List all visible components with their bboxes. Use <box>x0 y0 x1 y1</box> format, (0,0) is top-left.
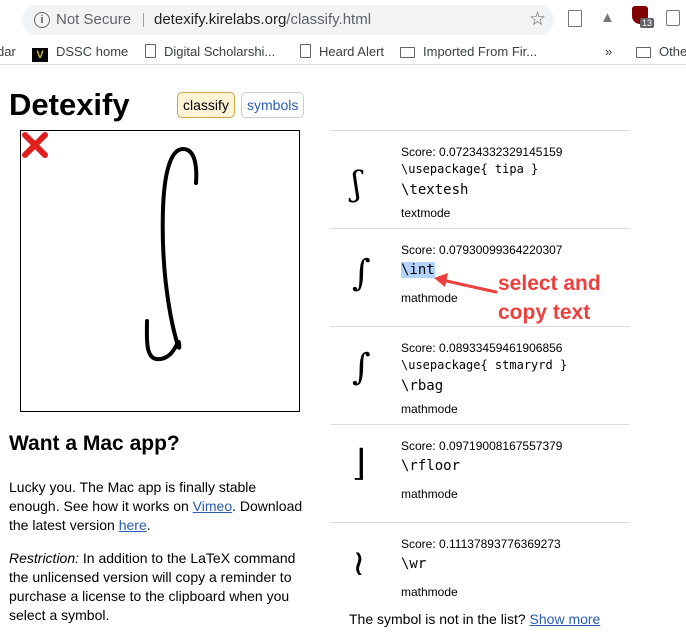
symbol-preview: ⌋ <box>352 443 367 484</box>
result-item[interactable]: ʃ Score: 0.07234332329145159 \usepackage… <box>330 130 630 228</box>
symbol-preview: ∫ <box>352 253 371 294</box>
result-package: \usepackage{ tipa } <box>401 162 539 176</box>
folder-icon <box>636 47 651 58</box>
folder-icon <box>400 47 415 58</box>
result-item[interactable]: ∫ Score: 0.08933459461906856 \usepackage… <box>330 326 630 424</box>
show-more-link[interactable]: Show more <box>530 611 601 627</box>
extension-menu-icon[interactable] <box>666 10 680 26</box>
drawn-stroke <box>144 147 199 362</box>
bookmarks-overflow[interactable]: » <box>605 44 612 59</box>
drawing-canvas[interactable] <box>20 130 300 412</box>
browser-toolbar: i Not Secure detexify.kirelabs.org/class… <box>0 0 686 38</box>
vimeo-link[interactable]: Vimeo <box>193 498 232 514</box>
result-score: Score: 0.08933459461906856 <box>401 341 563 355</box>
result-item[interactable]: ≀ Score: 0.11137893776369273 \wr mathmod… <box>330 522 630 620</box>
result-command[interactable]: \textesh <box>401 182 468 198</box>
result-command[interactable]: \wr <box>401 556 426 572</box>
result-score: Score: 0.11137893776369273 <box>401 537 561 551</box>
not-in-list-text: The symbol is not in the list? Show more <box>349 611 601 627</box>
page-icon <box>145 44 156 58</box>
document-extension-icon[interactable] <box>568 10 582 27</box>
extension-badge: 13 <box>640 18 655 28</box>
classify-tab[interactable]: classify <box>177 92 235 118</box>
symbols-tab[interactable]: symbols <box>241 92 305 118</box>
annotation-arrow-icon <box>434 273 498 294</box>
bookmarks-bar: dar V DSSC home Digital Scholarshi... Hea… <box>0 38 686 65</box>
result-score: Score: 0.09719008167557379 <box>401 439 563 453</box>
annotation-text: select and copy text <box>498 272 601 324</box>
results-list: ʃ Score: 0.07234332329145159 \usepackage… <box>330 130 630 620</box>
url-host: detexify.kirelabs.org <box>154 11 287 28</box>
bookmark-folder[interactable]: Imported From Fir... <box>400 44 537 59</box>
address-bar[interactable]: i Not Secure detexify.kirelabs.org/class… <box>22 5 554 35</box>
result-score: Score: 0.07930099364220307 <box>401 243 563 257</box>
symbol-preview: ʃ <box>352 164 362 204</box>
mac-app-heading: Want a Mac app? <box>9 432 180 455</box>
result-package: \usepackage{ stmaryrd } <box>401 358 568 372</box>
drive-extension-icon[interactable]: ▲ <box>600 9 615 26</box>
result-score: Score: 0.07234332329145159 <box>401 145 563 159</box>
mac-app-description: Lucky you. The Mac app is finally stable… <box>9 479 303 533</box>
result-mode: mathmode <box>401 585 458 599</box>
vu-logo-icon: V <box>32 48 48 62</box>
page-title: Detexify <box>9 87 130 122</box>
result-item[interactable]: ⌋ Score: 0.09719008167557379 \rfloor mat… <box>330 424 630 522</box>
result-mode: textmode <box>401 206 451 220</box>
url-path: /classify.html <box>286 11 372 28</box>
bookmark-item[interactable]: Heard Alert <box>300 44 384 59</box>
symbol-preview: ∫ <box>352 347 371 388</box>
bookmark-folder[interactable]: Othe <box>636 44 686 59</box>
bookmark-item[interactable]: dar <box>0 44 16 59</box>
bookmark-star-icon[interactable]: ☆ <box>529 8 546 31</box>
result-command[interactable]: \rbag <box>401 378 443 394</box>
result-command[interactable]: \rfloor <box>401 458 460 474</box>
info-icon[interactable]: i <box>34 12 50 28</box>
symbol-preview: ≀ <box>352 543 366 584</box>
download-link[interactable]: here <box>119 517 147 533</box>
divider <box>143 13 144 27</box>
clear-canvas-icon[interactable] <box>21 131 49 159</box>
result-mode: mathmode <box>401 402 458 416</box>
result-mode: mathmode <box>401 487 458 501</box>
security-label: Not Secure <box>56 11 132 28</box>
url-text[interactable]: detexify.kirelabs.org/classify.html <box>154 11 371 28</box>
bookmark-item[interactable]: Digital Scholarshi... <box>145 44 275 59</box>
page-icon <box>300 44 311 58</box>
bookmark-item[interactable]: V DSSC home <box>32 44 128 62</box>
restriction-note: Restriction: In addition to the LaTeX co… <box>9 550 296 623</box>
